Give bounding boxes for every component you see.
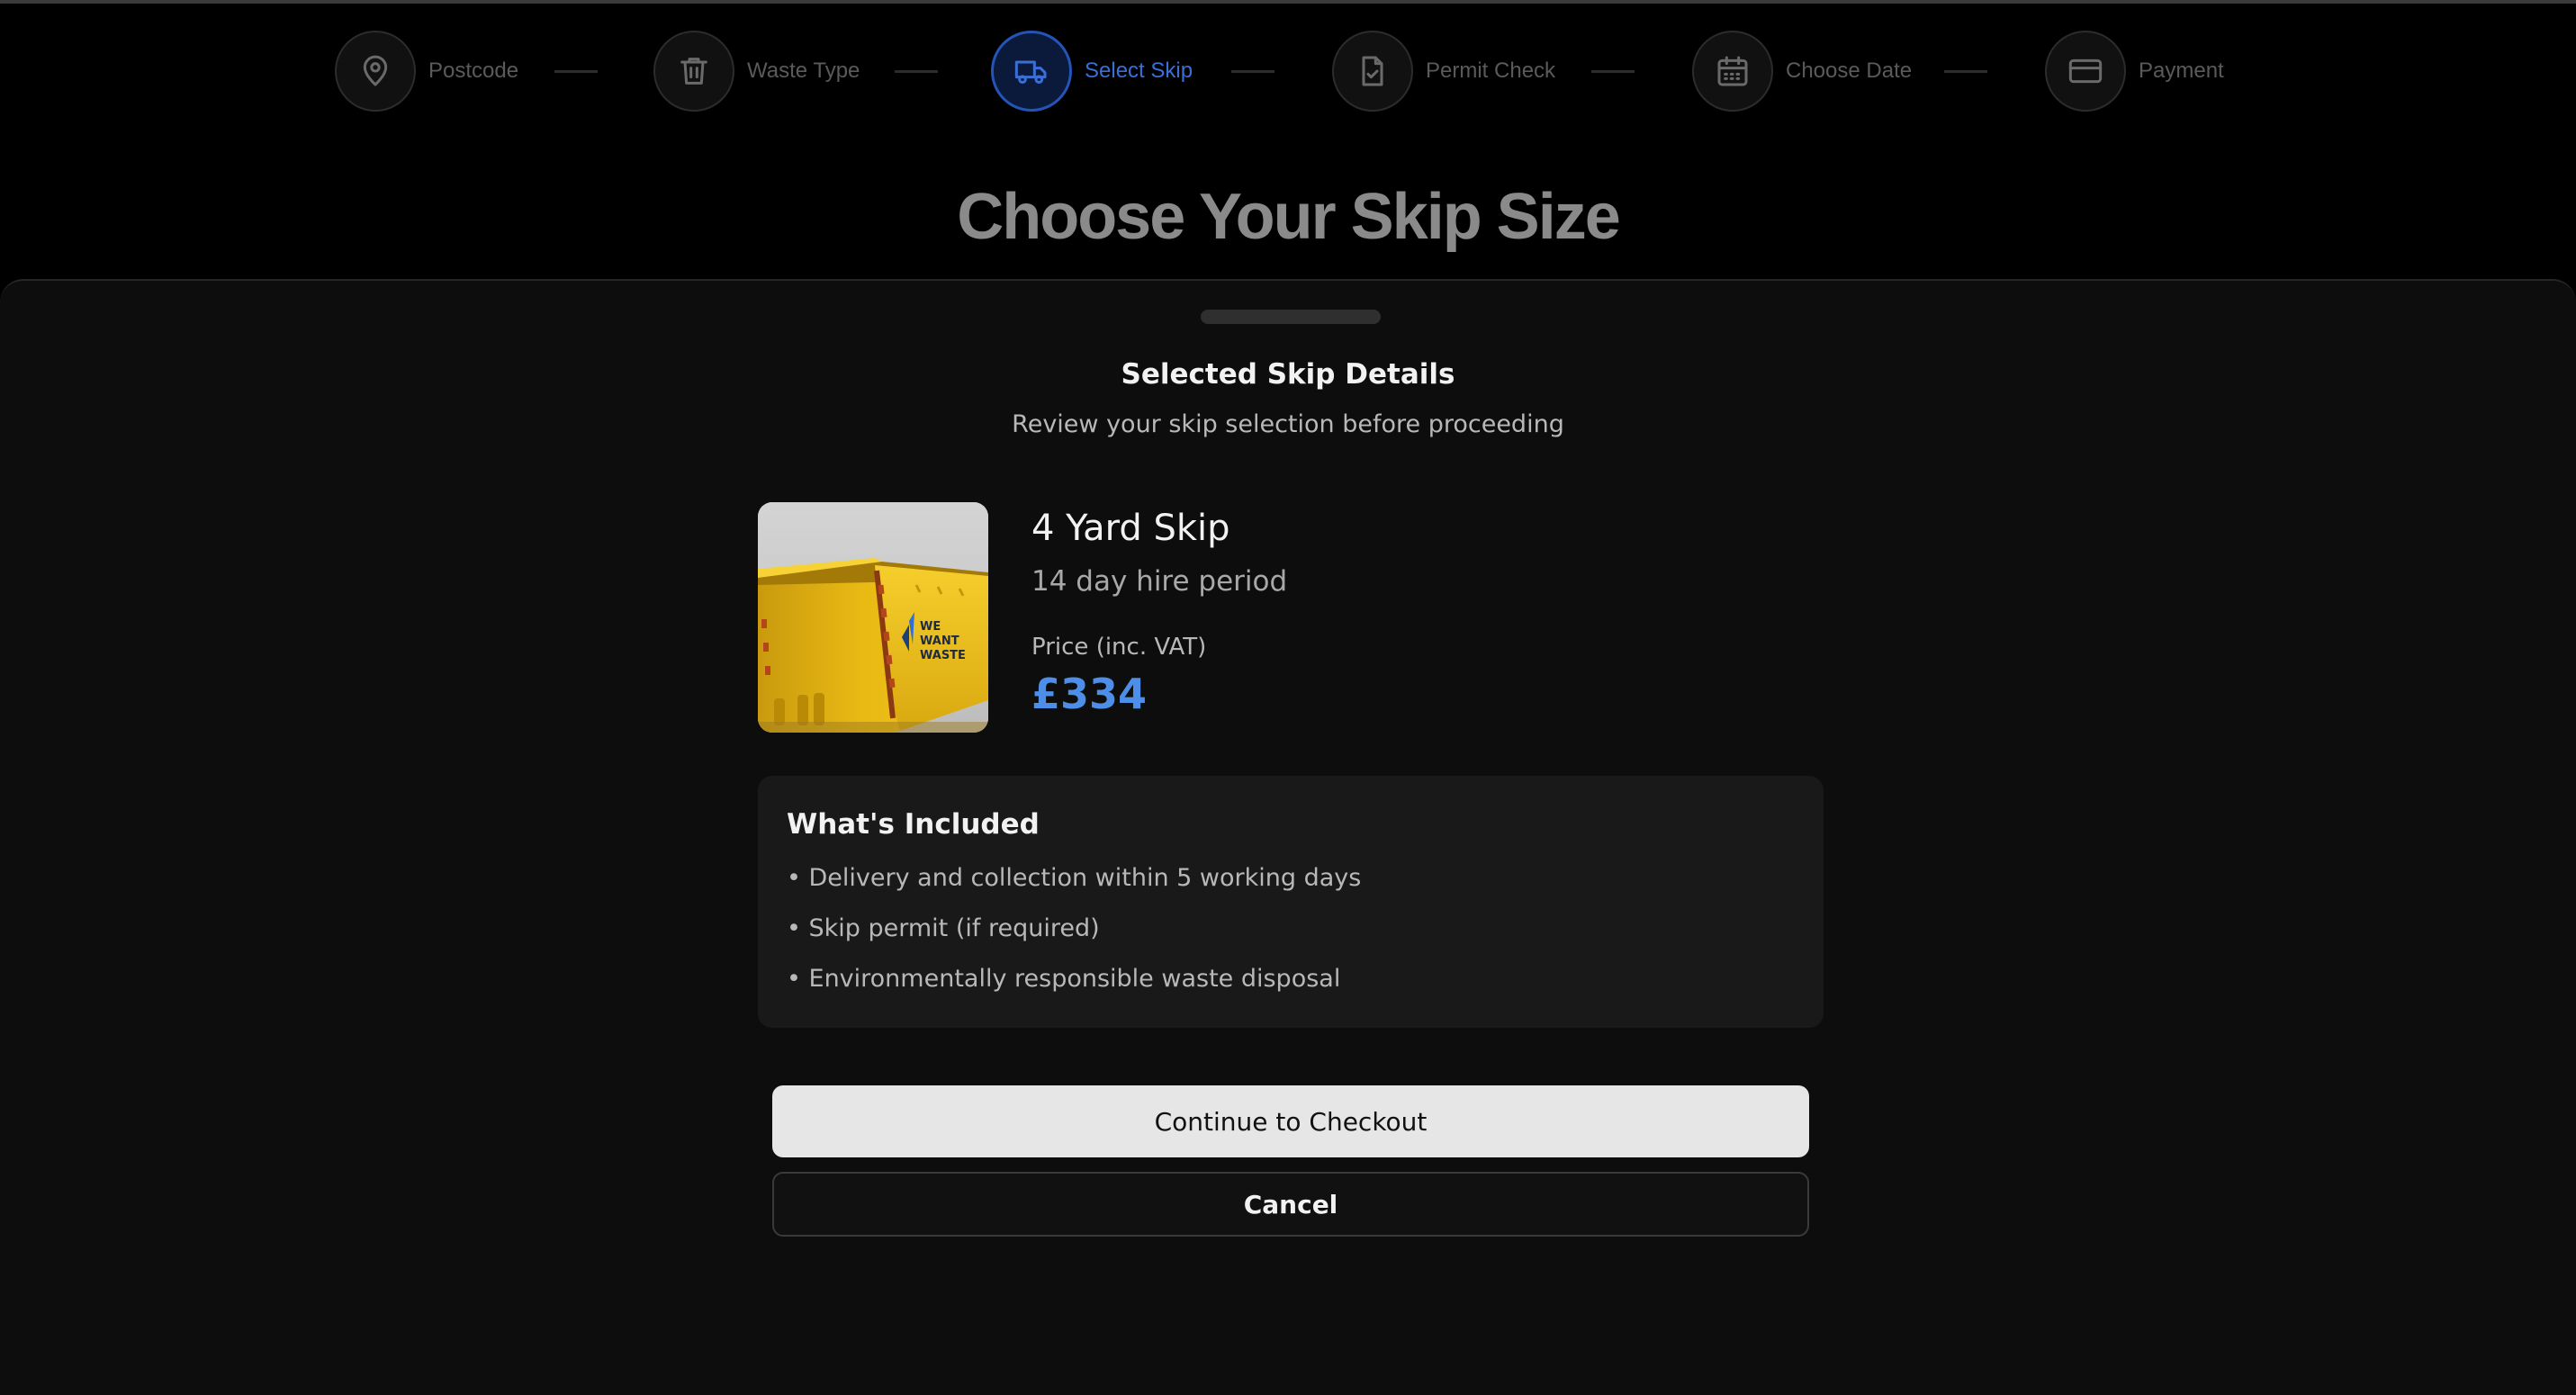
svg-text:WANT: WANT (920, 634, 959, 648)
sheet-drag-handle[interactable] (1201, 310, 1381, 324)
included-item: • Environmentally responsible waste disp… (787, 965, 1341, 993)
progress-stepper: Postcode Waste Type Select Skip Permit C… (0, 0, 2576, 144)
step-label: Postcode (428, 58, 519, 83)
step-label: Payment (2139, 58, 2224, 83)
step-connector (1591, 70, 1635, 73)
step-select-skip[interactable]: Select Skip (991, 30, 1193, 112)
step-postcode[interactable]: Postcode (335, 30, 518, 112)
file-check-icon (1332, 31, 1413, 112)
credit-card-icon (2045, 31, 2126, 112)
page-title: Choose Your Skip Size (957, 181, 1621, 253)
step-label: Permit Check (1426, 58, 1556, 83)
cancel-button[interactable]: Cancel (772, 1172, 1809, 1237)
skip-illustration: WE WANT WASTE (758, 502, 988, 733)
svg-text:WE: WE (920, 620, 941, 634)
trash-icon (653, 31, 734, 112)
step-payment[interactable]: Payment (2045, 30, 2224, 112)
hire-period: 14 day hire period (1031, 565, 1288, 598)
calendar-icon (1692, 31, 1773, 112)
map-pin-icon (335, 31, 416, 112)
included-item: • Delivery and collection within 5 worki… (787, 864, 1362, 892)
sheet-title: Selected Skip Details (1121, 358, 1455, 391)
whats-included-panel: What's Included • Delivery and collectio… (758, 776, 1824, 1028)
step-label: Waste Type (747, 58, 860, 83)
step-permit-check[interactable]: Permit Check (1332, 30, 1555, 112)
truck-icon (991, 31, 1072, 112)
svg-text:WASTE: WASTE (920, 649, 966, 662)
sheet-subtitle: Review your skip selection before procee… (1012, 410, 1564, 438)
step-connector (1231, 70, 1274, 73)
step-label: Choose Date (1786, 58, 1913, 83)
price-label: Price (inc. VAT) (1031, 634, 1207, 661)
step-label: Select Skip (1085, 58, 1193, 83)
price-value: £334 (1031, 670, 1148, 718)
skip-image: WE WANT WASTE (758, 502, 988, 733)
skip-details-sheet: Selected Skip Details Review your skip s… (0, 279, 2576, 1395)
whats-included-title: What's Included (787, 808, 1040, 841)
step-connector (554, 70, 598, 73)
step-choose-date[interactable]: Choose Date (1692, 30, 1912, 112)
step-connector (1944, 70, 1987, 73)
step-waste-type[interactable]: Waste Type (653, 30, 860, 112)
included-item: • Skip permit (if required) (787, 914, 1100, 942)
step-connector (895, 70, 938, 73)
skip-name: 4 Yard Skip (1031, 508, 1230, 549)
continue-to-checkout-button[interactable]: Continue to Checkout (772, 1085, 1809, 1157)
